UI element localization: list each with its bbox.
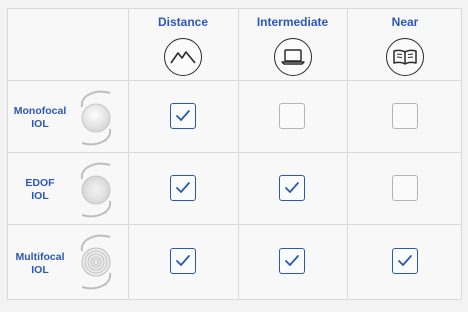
checkbox-multifocal-distance[interactable] <box>170 248 196 274</box>
column-header-intermediate: Intermediate <box>238 9 347 81</box>
column-header-near: Near <box>347 9 463 81</box>
row-label: Multifocal IOL <box>15 251 65 276</box>
column-title: Near <box>391 15 419 29</box>
checkbox-edof-intermediate[interactable] <box>279 175 305 201</box>
iol-comparison-table: Distance Intermediate Near Monofocal IOL… <box>7 8 462 300</box>
checkbox-edof-near[interactable] <box>392 175 418 201</box>
checkbox-monofocal-intermediate[interactable] <box>279 103 305 129</box>
checkbox-edof-distance[interactable] <box>170 175 196 201</box>
row-header-multifocal: Multifocal IOL <box>8 225 128 301</box>
checkmark-icon <box>176 110 190 121</box>
multifocal-lens-icon <box>80 234 112 290</box>
row-label: EDOF IOL <box>25 177 55 202</box>
monofocal-lens-icon <box>80 90 112 146</box>
checkmark-icon <box>398 255 412 266</box>
laptop-icon <box>273 38 312 76</box>
edof-lens-icon <box>80 162 112 218</box>
checkbox-multifocal-intermediate[interactable] <box>279 248 305 274</box>
mountains-icon <box>164 38 202 76</box>
checkbox-monofocal-near[interactable] <box>392 103 418 129</box>
checkmark-icon <box>176 255 190 266</box>
checkbox-monofocal-distance[interactable] <box>170 103 196 129</box>
row-header-edof: EDOF IOL <box>8 153 128 224</box>
column-header-distance: Distance <box>128 9 238 81</box>
column-title: Intermediate <box>256 15 329 29</box>
checkbox-multifocal-near[interactable] <box>392 248 418 274</box>
column-title: Distance <box>157 15 209 29</box>
checkmark-icon <box>285 182 299 193</box>
row-label: Monofocal IOL <box>13 105 67 130</box>
checkmark-icon <box>176 182 190 193</box>
checkmark-icon <box>285 255 299 266</box>
row-header-monofocal: Monofocal IOL <box>8 81 128 152</box>
book-icon <box>386 38 424 76</box>
